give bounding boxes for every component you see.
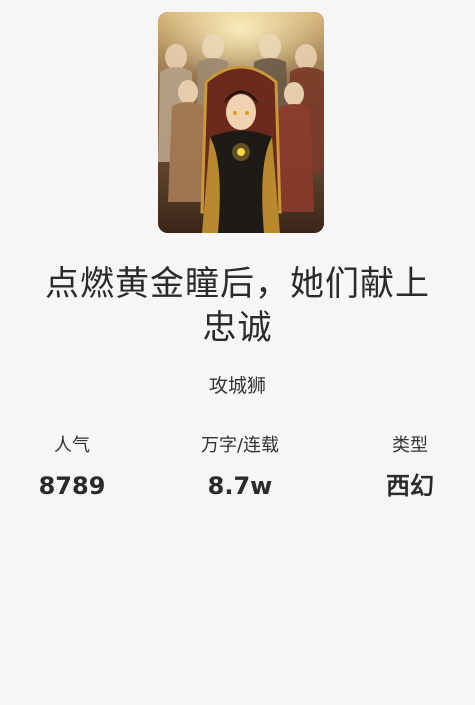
book-detail-page: 点燃黄金瞳后，她们献上忠诚 攻城狮 人气 8789 万字/连载 8.7w 类型 … xyxy=(0,0,475,705)
popularity-value: 8789 xyxy=(38,472,106,500)
stat-genre: 类型 西幻 xyxy=(360,434,460,500)
word-count-label: 万字/连载 xyxy=(200,435,280,456)
stat-word-count: 万字/连载 8.7w xyxy=(180,434,300,500)
genre-value: 西幻 xyxy=(386,472,434,500)
genre-label: 类型 xyxy=(392,435,428,456)
book-cover[interactable] xyxy=(158,12,324,233)
book-title: 点燃黄金瞳后，她们献上忠诚 xyxy=(45,264,430,348)
word-count-value: 8.7w xyxy=(207,472,273,500)
cover-illustration xyxy=(158,12,324,233)
popularity-label: 人气 xyxy=(54,435,90,456)
book-author[interactable]: 攻城狮 xyxy=(0,371,475,398)
stat-popularity: 人气 8789 xyxy=(22,434,122,500)
